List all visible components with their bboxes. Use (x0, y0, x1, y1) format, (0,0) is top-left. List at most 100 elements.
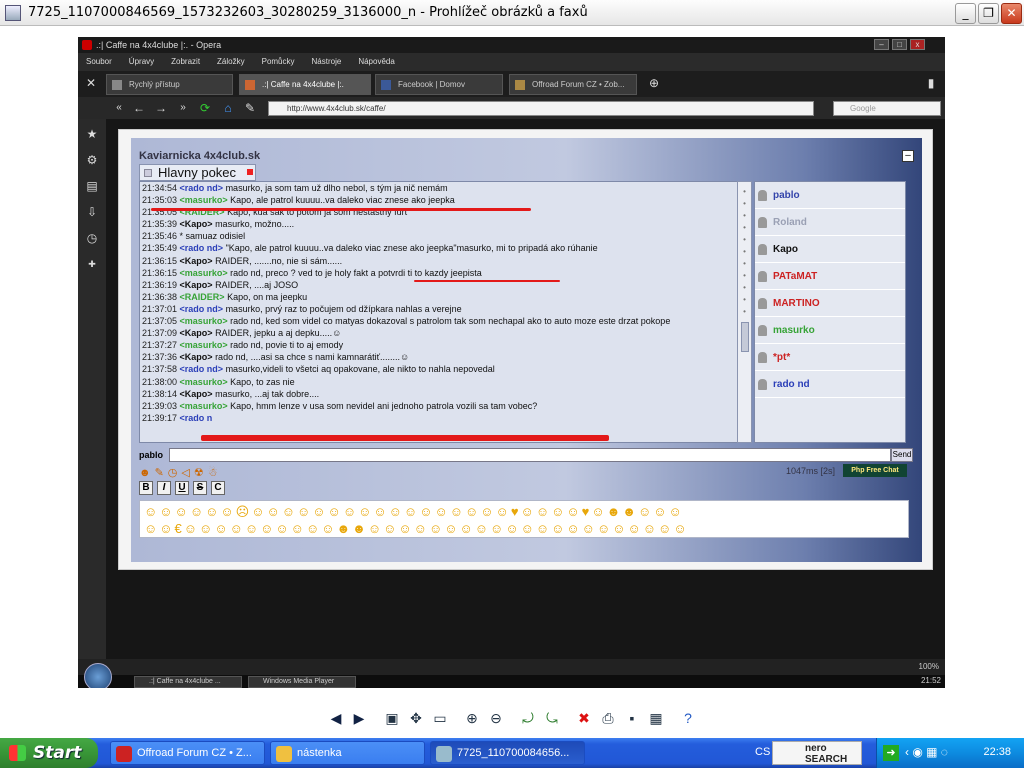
language-indicator[interactable]: CS (755, 746, 770, 758)
menu-zobrazit[interactable]: Zobrazit (171, 57, 200, 66)
forward-icon[interactable]: → (154, 101, 168, 115)
user-list-item[interactable]: masurko (755, 317, 905, 344)
message-nick[interactable]: <masurko> (180, 195, 231, 205)
edit-image-icon[interactable]: ▦ (647, 709, 665, 727)
message-nick[interactable]: <RAIDER> (180, 292, 228, 302)
transfers-icon[interactable]: ⇩ (85, 205, 99, 219)
vista-start-orb[interactable] (84, 663, 112, 688)
fast-forward-icon[interactable]: » (176, 101, 190, 115)
home-icon[interactable]: ⌂ (221, 101, 235, 115)
start-button[interactable]: Start (0, 738, 98, 768)
menu-napoveda[interactable]: Nápověda (358, 57, 394, 66)
task-nastenka[interactable]: nástenka (270, 741, 425, 765)
slideshow-icon[interactable]: ▭ (431, 709, 449, 727)
message-nick[interactable]: <masurko> (180, 377, 231, 387)
menu-nastroje[interactable]: Nástroje (312, 57, 342, 66)
strike-button[interactable]: S (193, 481, 207, 495)
settings-gear-icon[interactable]: ⚙ (85, 153, 99, 167)
search-input[interactable]: Google (833, 101, 941, 116)
windows-icon[interactable]: ▤ (85, 179, 99, 193)
user-list-item[interactable]: rado nd (755, 371, 905, 398)
message-scrollbar[interactable]: • • • • • • • • • • • (737, 181, 752, 443)
task-opera[interactable]: Offroad Forum CZ • Z... (110, 741, 265, 765)
rotate-counterclockwise-icon[interactable]: ⤿ (543, 709, 561, 727)
actual-size-icon[interactable]: ✥ (407, 709, 425, 727)
minimize-button[interactable]: _ (955, 3, 976, 24)
message-nick[interactable]: <rado nd> (180, 183, 226, 193)
back-back-icon[interactable]: « (112, 101, 126, 115)
save-icon[interactable]: ▪ (623, 709, 641, 727)
message-nick[interactable]: <masurko> (180, 401, 231, 411)
user-list-item[interactable]: PATaMAT (755, 263, 905, 290)
italic-button[interactable]: I (157, 481, 171, 495)
user-list-item[interactable]: Roland (755, 209, 905, 236)
best-fit-icon[interactable]: ▣ (383, 709, 401, 727)
message-nick[interactable]: <rado nd> (180, 304, 226, 314)
tab-offroad-forum[interactable]: Offroad Forum CZ • Zob... (509, 74, 637, 95)
user-list-item[interactable]: *pt* (755, 344, 905, 371)
bookmarks-star-icon[interactable]: ★ (85, 127, 99, 141)
tab-caffe[interactable]: .:| Caffe na 4x4clube |:. (239, 74, 371, 95)
tab-speed-dial[interactable]: Rychlý přístup (106, 74, 233, 95)
scrollbar-thumb[interactable] (741, 322, 749, 352)
minimize-chat-button[interactable]: – (902, 150, 914, 162)
user-list-item[interactable]: MARTINO (755, 290, 905, 317)
user-list-item[interactable]: Kapo (755, 236, 905, 263)
help-icon[interactable]: ? (679, 709, 697, 727)
delete-icon[interactable]: ✖ (575, 709, 593, 727)
send-button[interactable]: Send (891, 448, 913, 462)
tab-facebook[interactable]: Facebook | Domov (375, 74, 503, 95)
message-nick[interactable]: <rado nd> (180, 243, 226, 253)
edit-icon[interactable]: ✎ (243, 101, 257, 115)
message-nick[interactable]: <rado n (180, 413, 213, 423)
add-panel-icon[interactable]: ✚ (85, 257, 99, 271)
chat-tool-icons[interactable]: ☻✎◷◁☢☃ (139, 466, 222, 479)
room-tab[interactable]: Hlavny pokec (139, 164, 256, 181)
opera-close-button[interactable]: x (910, 39, 925, 50)
history-clock-icon[interactable]: ◷ (85, 231, 99, 245)
new-tab-icon[interactable]: ⊕ (647, 76, 661, 90)
message-nick[interactable]: <Kapo> (180, 256, 216, 266)
menu-zalozky[interactable]: Záložky (217, 57, 245, 66)
message-nick[interactable]: <Kapo> (180, 352, 216, 362)
bold-button[interactable]: B (139, 481, 153, 495)
zoom-level[interactable]: 100% (919, 662, 939, 671)
vista-task-opera[interactable]: .:| Caffe na 4x4clube ... (134, 676, 242, 688)
maximize-button[interactable]: ❐ (978, 3, 999, 24)
close-button[interactable]: ✕ (1001, 3, 1022, 24)
message-nick[interactable]: <masurko> (180, 268, 231, 278)
rotate-clockwise-icon[interactable]: ⤾ (519, 709, 537, 727)
task-image-viewer[interactable]: 7725_110700084656... (430, 741, 585, 765)
message-nick[interactable]: <Kapo> (180, 219, 216, 229)
nero-search-box[interactable]: nero SEARCH (772, 741, 862, 765)
arrow-icon[interactable]: ➜ (883, 745, 899, 761)
menu-upravy[interactable]: Úpravy (129, 57, 154, 66)
next-image-icon[interactable]: ▶ (350, 709, 368, 727)
zoom-in-icon[interactable]: ⊕ (463, 709, 481, 727)
menu-soubor[interactable]: Soubor (86, 57, 112, 66)
previous-image-icon[interactable]: ◀ (327, 709, 345, 727)
menu-pomucky[interactable]: Pomůcky (262, 57, 295, 66)
message-nick[interactable]: <Kapo> (180, 328, 216, 338)
close-room-icon[interactable] (247, 169, 253, 175)
smiley-panel[interactable]: ☺☺☺☺☺☺☹☺☺☺☺☺☺☺☺☺☺☺☺☺☺☺☺☺♥☺☺☺☺♥☺☻☻☺☺☺ ☺☺€☺… (139, 500, 909, 538)
message-nick[interactable]: <masurko> (180, 340, 231, 350)
message-input[interactable] (169, 448, 891, 462)
tools-icon[interactable]: ✕ (84, 76, 98, 90)
opera-minimize-button[interactable]: – (874, 39, 889, 50)
address-input[interactable]: http://www.4x4club.sk/caffe/ (268, 101, 814, 116)
color-button[interactable]: C (211, 481, 225, 495)
message-nick[interactable]: <Kapo> (180, 389, 216, 399)
message-nick[interactable]: <Kapo> (180, 280, 216, 290)
vista-task-mediaplayer[interactable]: Windows Media Player (248, 676, 356, 688)
phpfreechat-badge[interactable]: Php Free Chat (843, 464, 907, 477)
tray-icons[interactable]: ‹ ◉ ▦ ◌ (905, 745, 948, 759)
opera-maximize-button[interactable]: □ (892, 39, 907, 50)
print-icon[interactable]: ⎙ (599, 709, 617, 727)
back-icon[interactable]: ← (132, 101, 146, 115)
underline-button[interactable]: U (175, 481, 189, 495)
zoom-out-icon[interactable]: ⊖ (487, 709, 505, 727)
reload-icon[interactable]: ⟳ (198, 101, 212, 115)
message-nick[interactable]: <masurko> (180, 316, 231, 326)
user-list-item[interactable]: pablo (755, 182, 905, 209)
